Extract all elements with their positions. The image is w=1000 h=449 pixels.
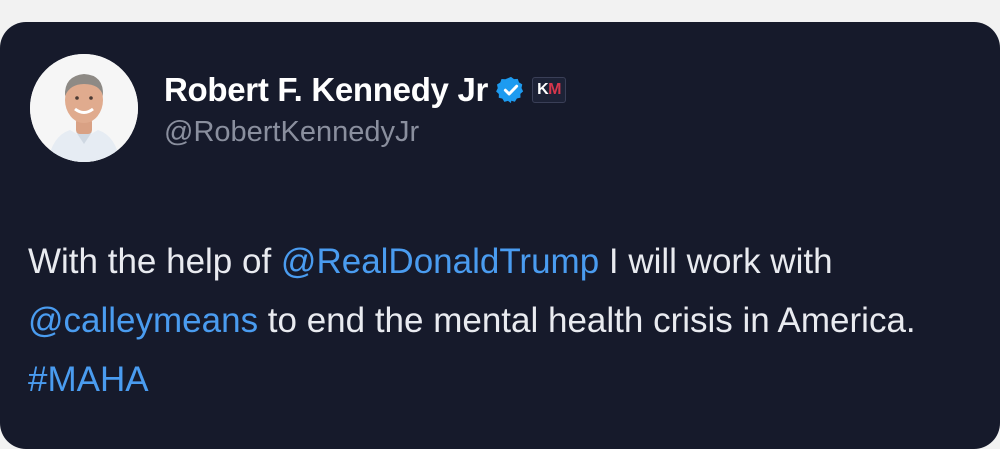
tweet-card: Robert F. Kennedy Jr KM @RobertKennedyJr… [0,22,1000,449]
tweet-text-part: With the help of [28,242,281,281]
badge-letter-m: M [548,80,561,98]
display-name[interactable]: Robert F. Kennedy Jr [164,71,488,109]
user-handle[interactable]: @RobertKennedyJr [164,116,566,149]
affiliate-badge[interactable]: KM [532,76,566,103]
tweet-header: Robert F. Kennedy Jr KM @RobertKennedyJr [30,54,566,162]
mention-link[interactable]: @calleymeans [28,301,258,340]
name-row: Robert F. Kennedy Jr KM [164,68,566,112]
avatar[interactable] [30,54,138,162]
user-identity: Robert F. Kennedy Jr KM @RobertKennedyJr [164,54,566,162]
verified-badge-icon [496,76,524,103]
hashtag-link[interactable]: #MAHA [28,360,149,399]
tweet-text-part: to end the mental health crisis in Ameri… [258,301,916,340]
avatar-photo [30,54,138,162]
badge-letter-k: K [537,80,549,98]
tweet-text-part: I will work with [599,242,833,281]
tweet-text: With the help of @RealDonaldTrump I will… [28,232,968,409]
mention-link[interactable]: @RealDonaldTrump [281,242,599,281]
